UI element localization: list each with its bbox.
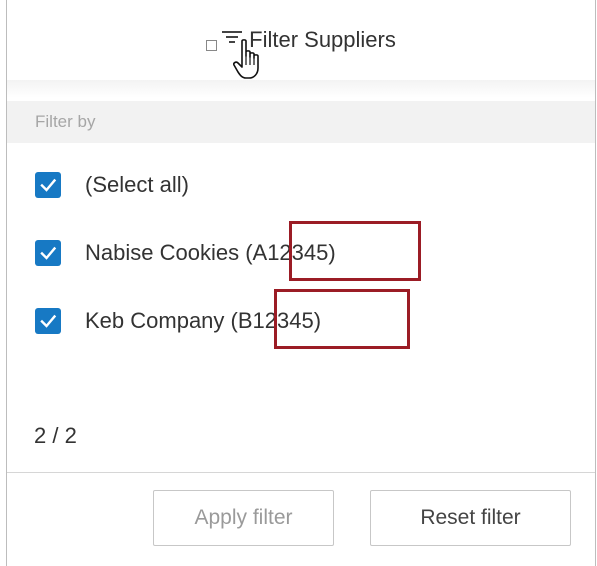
option-label: Keb Company [85,308,231,333]
option-label: Nabise Cookies [85,240,246,265]
footer-divider [7,472,595,473]
header-divider [7,80,595,98]
checkmark-icon [40,246,57,260]
option-label: (Select all) [85,172,189,197]
highlight-box-a12345 [289,221,421,281]
header-title: Filter Suppliers [249,27,396,52]
reset-filter-button[interactable]: Reset filter [370,490,571,546]
filter-by-label: Filter by [7,101,595,143]
select-all-checkbox[interactable] [35,172,61,198]
nabise-cookies-checkbox[interactable] [35,240,61,266]
checkmark-icon [40,178,57,192]
checkmark-icon [40,314,57,328]
filter-panel: Filter Suppliers Filter by (Select all) … [6,0,596,566]
option-select-all[interactable]: (Select all) [35,168,189,202]
keb-company-checkbox[interactable] [35,308,61,334]
highlight-box-b12345 [274,289,410,349]
selection-count: 2 / 2 [34,423,77,448]
hand-pointer-icon [233,39,259,79]
small-square-icon [206,39,218,51]
filter-header[interactable]: Filter Suppliers [7,0,595,81]
apply-filter-button[interactable]: Apply filter [153,490,334,546]
